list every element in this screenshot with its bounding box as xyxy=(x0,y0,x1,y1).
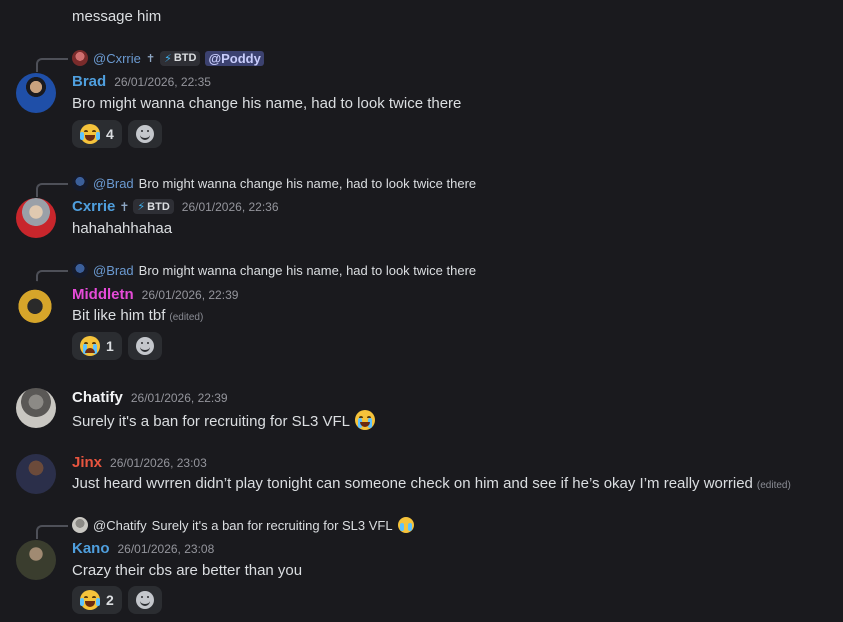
bolt-icon: ⚡ xyxy=(137,201,146,213)
reply-author[interactable]: @Brad xyxy=(93,176,134,191)
reply-text: Bro might wanna change his name, had to … xyxy=(138,262,477,278)
reaction-joy[interactable]: 4 xyxy=(72,120,122,148)
add-reaction-button[interactable] xyxy=(128,332,162,360)
add-reaction-icon xyxy=(136,125,154,143)
avatar[interactable] xyxy=(16,388,56,428)
avatar[interactable] xyxy=(16,454,56,494)
message-text: message him xyxy=(72,8,162,25)
avatar[interactable] xyxy=(16,73,56,113)
reply-author[interactable]: @Chatify xyxy=(93,518,147,533)
message-text: hahahahhahaa xyxy=(72,220,173,237)
message-text: Crazy their cbs are better than you xyxy=(72,562,303,579)
reply-preview[interactable]: @Brad Bro might wanna change his name, h… xyxy=(72,262,476,278)
bolt-icon: ⚡ xyxy=(164,52,172,65)
add-reaction-icon xyxy=(136,591,154,609)
reply-author[interactable]: @Cxrrie xyxy=(93,51,141,66)
reply-preview[interactable]: @Chatify Surely it's a ban for recruitin… xyxy=(72,517,414,533)
message-text: Just heard wvrren didn’t play tonight ca… xyxy=(72,475,753,492)
add-reaction-button[interactable] xyxy=(128,120,162,148)
server-tag: ⚡ BTD xyxy=(133,199,174,214)
reply-text: Surely it's a ban for recruiting for SL3… xyxy=(151,517,393,533)
sob-emoji-icon xyxy=(354,410,375,430)
reply-avatar-icon xyxy=(72,262,88,278)
joy-emoji-icon xyxy=(80,590,100,610)
reaction-joy[interactable]: 2 xyxy=(72,586,122,614)
reaction-count: 4 xyxy=(106,126,114,142)
sob-emoji-icon xyxy=(397,517,414,533)
reply-avatar-icon xyxy=(72,50,88,66)
reply-text: Bro might wanna change his name, had to … xyxy=(138,175,477,191)
joy-emoji-icon xyxy=(80,124,100,144)
reaction-sob[interactable]: 1 xyxy=(72,332,122,360)
username[interactable]: Cxrrie xyxy=(72,198,115,215)
username[interactable]: Kano xyxy=(72,540,110,557)
message-text: Bit like him tbf xyxy=(72,307,166,324)
add-reaction-button[interactable] xyxy=(128,586,162,614)
timestamp: 26/01/2026, 22:35 xyxy=(114,75,211,89)
message-text: Bro might wanna change his name, had to … xyxy=(72,95,462,112)
reply-author[interactable]: @Brad xyxy=(93,263,134,278)
timestamp: 26/01/2026, 23:08 xyxy=(117,542,215,556)
reply-preview[interactable]: @Brad Bro might wanna change his name, h… xyxy=(72,175,476,191)
timestamp: 26/01/2026, 22:36 xyxy=(181,199,279,214)
username[interactable]: Jinx xyxy=(72,454,102,471)
edited-label: (edited) xyxy=(756,480,791,491)
avatar[interactable] xyxy=(16,198,56,238)
reply-avatar-icon xyxy=(72,175,88,191)
sob-emoji-icon xyxy=(80,336,100,356)
edited-label: (edited) xyxy=(169,312,204,323)
username[interactable]: Chatify xyxy=(72,389,123,406)
message-text: Surely it's a ban for recruiting for SL3… xyxy=(72,413,350,430)
username[interactable]: Middletn xyxy=(72,286,134,303)
timestamp: 26/01/2026, 22:39 xyxy=(141,288,239,302)
reaction-count: 1 xyxy=(106,338,114,354)
mention[interactable]: @Poddy xyxy=(205,50,264,66)
timestamp: 26/01/2026, 22:39 xyxy=(130,391,228,405)
avatar[interactable] xyxy=(16,540,56,580)
reaction-count: 2 xyxy=(106,592,114,608)
username[interactable]: Brad xyxy=(72,73,106,90)
cross-icon: ✝ xyxy=(119,199,130,214)
reply-preview[interactable]: @Cxrrie ✝ ⚡ BTD @Poddy xyxy=(72,50,264,66)
reply-connector xyxy=(36,58,68,72)
reply-connector xyxy=(36,183,68,197)
timestamp: 26/01/2026, 23:03 xyxy=(110,456,207,470)
reply-avatar-icon xyxy=(72,517,88,533)
add-reaction-icon xyxy=(136,337,154,355)
reply-connector xyxy=(36,525,68,539)
server-tag: ⚡ BTD xyxy=(160,50,201,66)
avatar[interactable] xyxy=(12,281,58,327)
cross-icon: ✝ xyxy=(145,52,156,65)
chat-message-list: message him @Cxrrie ✝ ⚡ BTD @Poddy Brad 2… xyxy=(0,0,843,622)
